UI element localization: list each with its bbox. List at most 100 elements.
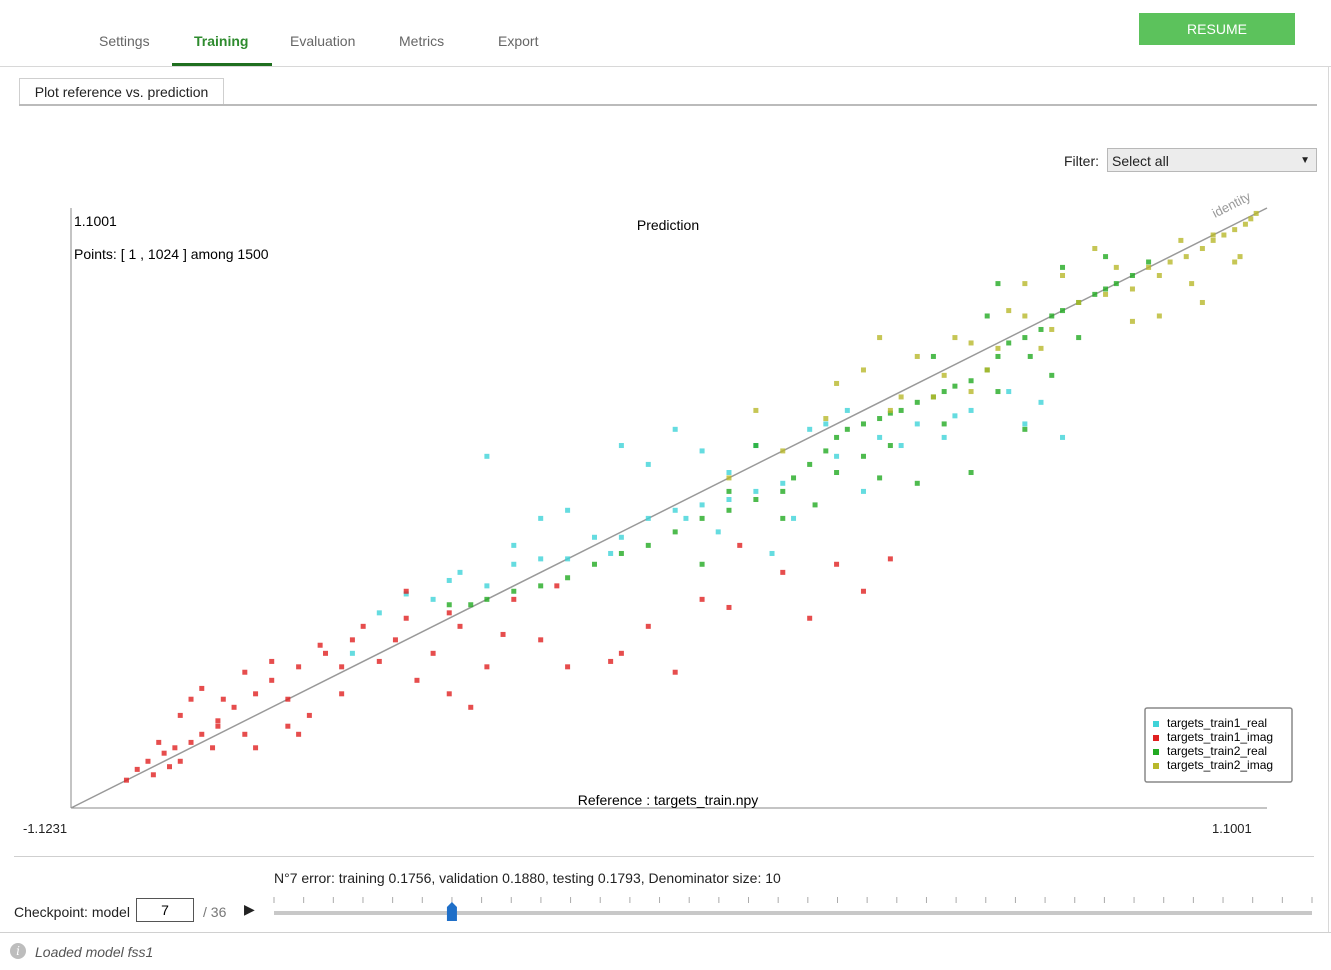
y-max-label: 1.1001 <box>74 213 117 229</box>
data-point <box>844 407 850 413</box>
data-point <box>296 664 302 670</box>
data-point <box>1092 246 1098 252</box>
data-point <box>914 480 920 486</box>
tab-metrics[interactable]: Metrics <box>399 33 444 49</box>
data-point <box>726 475 732 481</box>
data-point <box>323 650 329 656</box>
slider-thumb[interactable] <box>446 902 457 921</box>
data-point <box>1146 259 1152 265</box>
data-point <box>1242 221 1248 227</box>
legend-entry: targets_train1_real <box>1167 716 1267 730</box>
data-point <box>231 704 237 710</box>
data-point <box>242 731 248 737</box>
data-point <box>500 631 506 637</box>
data-point <box>791 515 797 521</box>
data-point <box>769 550 775 556</box>
data-point <box>726 496 732 502</box>
play-icon[interactable]: ▶ <box>244 901 255 918</box>
tab-export[interactable]: Export <box>498 33 538 49</box>
data-point <box>403 588 409 594</box>
tab-training[interactable]: Training <box>194 33 248 49</box>
data-point <box>941 434 947 440</box>
checkpoint-input[interactable] <box>136 898 194 922</box>
data-point <box>753 407 759 413</box>
data-point <box>941 389 947 395</box>
legend-entry: targets_train2_imag <box>1167 758 1273 772</box>
data-point <box>823 416 829 422</box>
data-point <box>269 658 275 664</box>
tab-settings[interactable]: Settings <box>99 33 150 49</box>
data-point <box>608 550 614 556</box>
data-point <box>699 596 705 602</box>
data-point <box>242 669 248 675</box>
data-point <box>672 507 678 513</box>
data-point <box>215 718 221 724</box>
data-point <box>1049 326 1055 332</box>
data-point <box>210 745 216 751</box>
data-point <box>349 637 355 643</box>
scatter-plot[interactable]: identity 1.1001 Points: [ 1 , 1024 ] amo… <box>0 190 1331 830</box>
data-point <box>1103 254 1109 260</box>
data-point <box>199 731 205 737</box>
data-point <box>618 534 624 540</box>
x-min-label: -1.1231 <box>23 821 68 836</box>
data-point <box>984 367 990 373</box>
data-point <box>199 685 205 691</box>
data-point <box>645 515 651 521</box>
data-point <box>753 443 759 449</box>
data-point <box>565 556 571 562</box>
data-point <box>968 407 974 413</box>
data-point <box>177 758 183 764</box>
data-point <box>1189 281 1195 287</box>
data-point <box>645 461 651 467</box>
data-point <box>457 623 463 629</box>
data-point <box>1060 272 1066 278</box>
data-point <box>753 488 759 494</box>
data-point <box>446 691 452 697</box>
data-point <box>392 637 398 643</box>
data-point <box>554 583 560 589</box>
data-point <box>1049 313 1055 319</box>
filter-selected-value: Select all <box>1112 153 1169 169</box>
data-point <box>1232 259 1238 265</box>
data-point <box>1156 272 1162 278</box>
data-point <box>1210 237 1216 243</box>
data-point <box>860 488 866 494</box>
data-point <box>618 650 624 656</box>
checkpoint-slider[interactable] <box>270 895 1320 925</box>
data-point <box>844 426 850 432</box>
data-point <box>1199 299 1205 305</box>
data-point <box>1156 313 1162 319</box>
divider <box>14 856 1314 857</box>
status-message: Loaded model fss1 <box>35 944 154 960</box>
tab-evaluation[interactable]: Evaluation <box>290 33 355 49</box>
identity-label: identity <box>1210 190 1254 221</box>
data-point <box>726 488 732 494</box>
data-point <box>511 542 517 548</box>
data-point <box>715 529 721 535</box>
slider-ticks <box>273 897 1313 903</box>
data-point <box>339 691 345 697</box>
data-point <box>737 542 743 548</box>
data-point <box>952 413 958 419</box>
filter-select[interactable]: Select all ▼ <box>1107 148 1317 172</box>
data-point <box>930 353 936 359</box>
data-point <box>538 583 544 589</box>
data-point <box>753 496 759 502</box>
subtab-divider <box>19 104 1317 106</box>
data-point <box>860 367 866 373</box>
data-point <box>887 443 893 449</box>
data-point <box>968 340 974 346</box>
data-point <box>150 772 156 778</box>
data-point <box>995 345 1001 351</box>
data-point <box>511 561 517 567</box>
data-point <box>430 596 436 602</box>
data-point <box>860 421 866 427</box>
data-point <box>877 335 883 341</box>
resume-button[interactable]: RESUME <box>1139 13 1295 45</box>
subtab-plot-reference-vs-prediction[interactable]: Plot reference vs. prediction <box>19 78 224 105</box>
legend-swatch <box>1153 735 1159 741</box>
data-point <box>780 569 786 575</box>
data-point <box>968 470 974 476</box>
data-point <box>1232 227 1238 233</box>
